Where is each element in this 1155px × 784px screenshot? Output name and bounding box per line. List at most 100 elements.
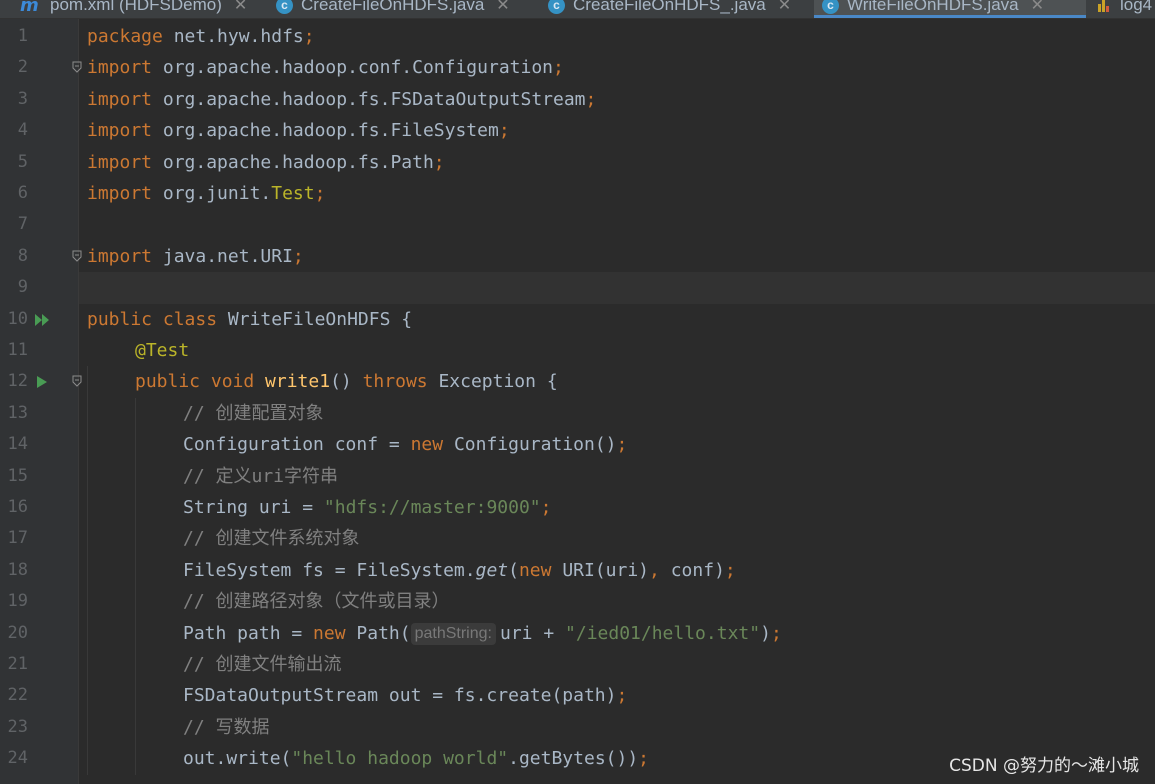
- line-number[interactable]: 4: [0, 115, 28, 146]
- maven-icon: m: [20, 0, 39, 16]
- code-token: uri +: [499, 622, 566, 644]
- line-number[interactable]: 9: [0, 272, 28, 303]
- code-line: 8 import java.net.URI;: [0, 241, 1155, 272]
- code-token: @Test: [135, 340, 190, 361]
- close-tab-icon[interactable]: ✕: [234, 0, 247, 15]
- code-line: 10 public class WriteFileOnHDFS {: [0, 304, 1155, 335]
- code-text[interactable]: import org.apache.hadoop.fs.Path;: [87, 147, 445, 178]
- code-token: public class: [87, 308, 228, 330]
- code-text[interactable]: public class WriteFileOnHDFS {: [87, 304, 412, 335]
- code-line: 23 // 写数据: [0, 712, 1155, 743]
- code-line: 18 FileSystem fs = FileSystem.get(new URI…: [0, 555, 1155, 586]
- line-number[interactable]: 14: [0, 429, 28, 460]
- code-token: // 创建文件系统对象: [183, 528, 360, 550]
- run-all-tests-icon[interactable]: [34, 312, 50, 328]
- line-number[interactable]: 5: [0, 147, 28, 178]
- code-token: org.junit.: [152, 183, 272, 204]
- line-number[interactable]: 1: [0, 21, 28, 52]
- run-test-icon[interactable]: [34, 374, 50, 390]
- code-text[interactable]: @Test: [135, 335, 189, 366]
- code-text[interactable]: package net.hyw.hdfs;: [87, 21, 315, 52]
- parameter-hint: pathString:: [410, 622, 496, 645]
- code-token: "/ied01/hello.txt": [565, 622, 761, 644]
- code-text[interactable]: import org.apache.hadoop.fs.FSDataOutput…: [87, 84, 596, 115]
- code-text[interactable]: Path path = new Path(pathString: uri + "/…: [183, 618, 782, 649]
- code-line: 22 FSDataOutputStream out = fs.create(pat…: [0, 680, 1155, 711]
- code-token: org.apache.hadoop.fs.FSDataOutputStream: [152, 88, 586, 110]
- code-line: 13 // 创建配置对象: [0, 398, 1155, 429]
- code-token: java.net.URI: [152, 245, 293, 267]
- code-text[interactable]: public void write1() throws Exception {: [135, 366, 558, 397]
- code-token: ;: [724, 559, 736, 581]
- line-number[interactable]: 11: [0, 335, 28, 366]
- code-text[interactable]: out.write("hello hadoop world".getBytes(…: [183, 743, 649, 774]
- code-text[interactable]: // 创建文件输出流: [183, 649, 342, 680]
- code-text[interactable]: // 写数据: [183, 712, 270, 743]
- code-token: new: [410, 434, 454, 456]
- code-text[interactable]: // 创建路径对象（文件或目录）: [183, 586, 450, 617]
- code-text[interactable]: import org.apache.hadoop.conf.Configurat…: [87, 52, 564, 83]
- fold-marker-icon[interactable]: [72, 375, 82, 388]
- code-text[interactable]: String uri = "hdfs://master:9000";: [183, 492, 551, 523]
- fold-marker-icon[interactable]: [72, 250, 82, 262]
- line-number[interactable]: 3: [0, 84, 28, 115]
- code-token: ;: [585, 88, 597, 110]
- code-token: "hello hadoop world": [291, 748, 509, 770]
- line-number[interactable]: 13: [0, 398, 28, 429]
- code-token: // 写数据: [183, 716, 270, 738]
- code-token: import: [87, 57, 153, 79]
- code-token: ;: [314, 183, 326, 204]
- code-text[interactable]: Configuration conf = new Configuration()…: [183, 429, 627, 460]
- code-text[interactable]: FSDataOutputStream out = fs.create(path)…: [183, 680, 627, 711]
- close-tab-icon[interactable]: ✕: [496, 0, 509, 15]
- code-text[interactable]: import org.apache.hadoop.fs.FileSystem;: [87, 115, 510, 146]
- code-token: Test: [271, 183, 315, 204]
- code-token: conf): [670, 559, 725, 581]
- code-token: ;: [498, 120, 510, 142]
- line-number[interactable]: 7: [0, 209, 28, 240]
- java-class-icon: c: [822, 0, 839, 14]
- code-text[interactable]: // 定义uri字符串: [183, 461, 338, 492]
- code-token: org.apache.hadoop.conf.Configuration: [152, 57, 553, 79]
- line-number[interactable]: 19: [0, 586, 28, 617]
- code-token: (): [330, 371, 363, 393]
- line-number[interactable]: 22: [0, 680, 28, 711]
- code-text[interactable]: // 创建配置对象: [183, 398, 324, 429]
- line-number[interactable]: 16: [0, 492, 28, 523]
- code-token: Path(: [356, 622, 411, 644]
- tab-label: CreateFileOnHDFS.java: [301, 0, 485, 14]
- line-number[interactable]: 21: [0, 649, 28, 680]
- tab-log4[interactable]: log4: [1088, 0, 1155, 18]
- fold-marker-icon[interactable]: [72, 61, 82, 74]
- line-number[interactable]: 12: [0, 366, 28, 397]
- line-number[interactable]: 17: [0, 523, 28, 554]
- line-number[interactable]: 18: [0, 555, 28, 586]
- close-tab-icon[interactable]: ✕: [1031, 0, 1044, 15]
- code-token: ;: [540, 497, 552, 518]
- code-text[interactable]: import java.net.URI;: [87, 241, 304, 272]
- line-number[interactable]: 8: [0, 241, 28, 272]
- tab-writefileonhdfs-java[interactable]: c WriteFileOnHDFS.java ✕: [814, 0, 1086, 18]
- code-text[interactable]: // 创建文件系统对象: [183, 523, 360, 554]
- line-number[interactable]: 6: [0, 178, 28, 209]
- line-number[interactable]: 24: [0, 743, 28, 774]
- code-line: 4 import org.apache.hadoop.fs.FileSystem;: [0, 115, 1155, 146]
- code-text[interactable]: import org.junit.Test;: [87, 178, 325, 209]
- code-token: FSDataOutputStream out = fs.create(path): [183, 685, 617, 707]
- line-number[interactable]: 10: [0, 304, 28, 335]
- code-line: 5 import org.apache.hadoop.fs.Path;: [0, 147, 1155, 178]
- code-token: // 定义uri字符串: [183, 465, 339, 487]
- tab-label: WriteFileOnHDFS.java: [847, 0, 1019, 14]
- code-token: new: [518, 559, 563, 581]
- tab-pom-xml-hdfsdemo[interactable]: m pom.xml (HDFSDemo) ✕: [12, 0, 270, 18]
- close-tab-icon[interactable]: ✕: [778, 0, 791, 15]
- tab-createfileonhdfs-java[interactable]: c CreateFileOnHDFS.java ✕: [268, 0, 538, 18]
- tab-createfileonhdfs-java[interactable]: c CreateFileOnHDFS_.java ✕: [540, 0, 814, 18]
- line-number[interactable]: 23: [0, 712, 28, 743]
- code-text[interactable]: FileSystem fs = FileSystem.get(new URI(u…: [183, 555, 736, 586]
- line-number[interactable]: 20: [0, 618, 28, 649]
- code-token: ): [760, 622, 771, 644]
- code-token: new: [313, 622, 357, 644]
- line-number[interactable]: 15: [0, 461, 28, 492]
- line-number[interactable]: 2: [0, 52, 28, 83]
